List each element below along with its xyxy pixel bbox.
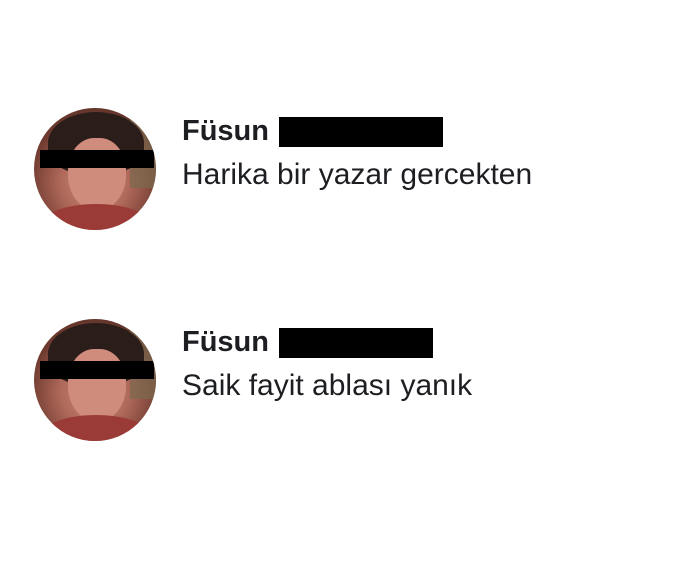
comment: Füsun Harika bir yazar gercekten <box>34 108 674 233</box>
avatar[interactable] <box>34 108 156 230</box>
author-name[interactable]: Füsun <box>182 114 269 148</box>
avatar-shirt <box>42 204 150 230</box>
author-name[interactable]: Füsun <box>182 325 269 359</box>
eye-redaction-bar <box>40 361 154 379</box>
eye-redaction-bar <box>40 150 154 168</box>
avatar-face <box>68 349 126 421</box>
comment-text: Saik fayit ablası yanık <box>182 369 473 402</box>
comment-text: Harika bir yazar gercekten <box>182 158 533 191</box>
author-row: Füsun <box>182 114 443 148</box>
avatar[interactable] <box>34 319 156 441</box>
avatar-face <box>68 138 126 210</box>
author-row: Füsun <box>182 325 433 359</box>
surname-redaction-bar <box>279 328 433 358</box>
comment: Füsun Saik fayit ablası yanık <box>34 319 674 444</box>
avatar-shirt <box>42 415 150 441</box>
surname-redaction-bar <box>279 117 443 147</box>
